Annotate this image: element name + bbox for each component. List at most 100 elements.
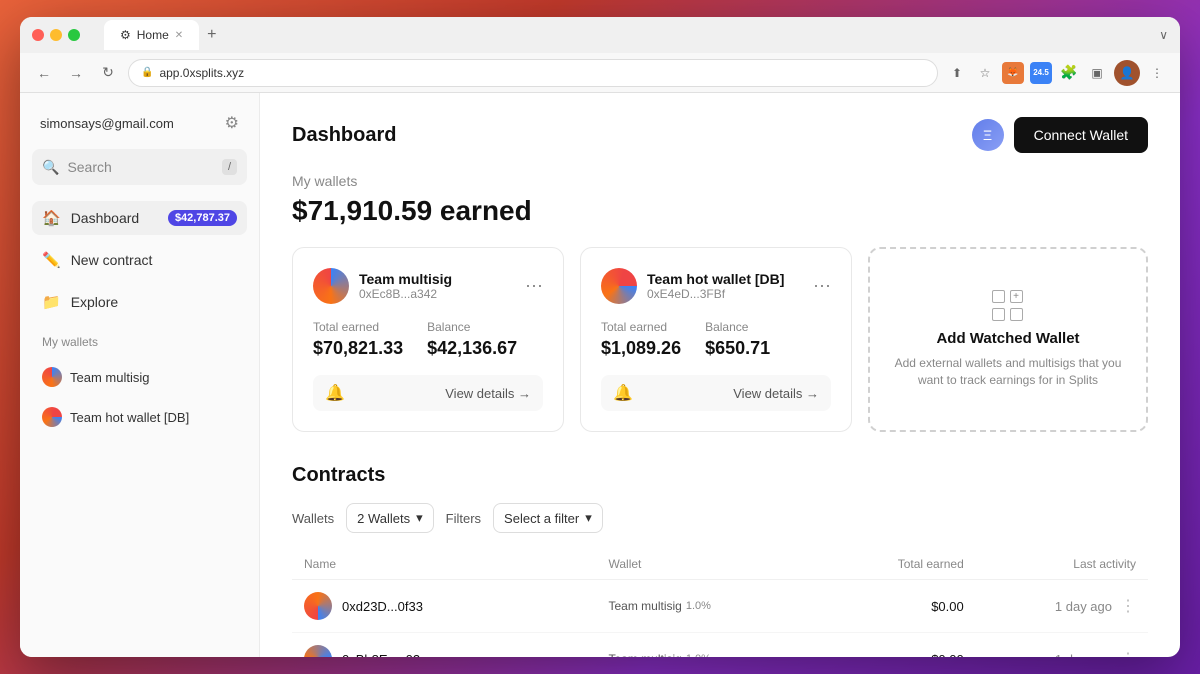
tab-title: Home	[137, 28, 169, 42]
total-earned-value-1: $70,821.33	[313, 338, 403, 359]
connect-wallet-button[interactable]: Connect Wallet	[1014, 117, 1148, 153]
view-details-btn-1[interactable]: View details →	[445, 386, 531, 401]
tab-bar: ⚙ Home ✕ +	[104, 20, 217, 50]
active-tab[interactable]: ⚙ Home ✕	[104, 20, 199, 50]
ext-icon-2[interactable]: 🧩	[1058, 62, 1080, 84]
settings-icon[interactable]: ⚙	[225, 113, 239, 133]
contracts-title: Contracts	[292, 464, 1148, 487]
wallets-filter-value: 2 Wallets	[357, 511, 410, 526]
traffic-lights	[32, 29, 80, 41]
row-2-earned: $0.00	[812, 652, 984, 658]
window-controls[interactable]: ∨	[1159, 28, 1168, 42]
wallet-name-1: Team multisig	[359, 271, 452, 287]
user-avatar[interactable]: 👤	[1114, 60, 1140, 86]
more-options-icon[interactable]: ⋮	[1146, 62, 1168, 84]
view-details-label-2: View details →	[733, 386, 819, 401]
share-icon[interactable]: ⬆	[946, 62, 968, 84]
minimize-button[interactable]	[50, 29, 62, 41]
row-1-activity: 1 day ago	[1055, 599, 1112, 614]
balance-value-1: $42,136.67	[427, 338, 517, 359]
bookmark-icon[interactable]: ☆	[974, 62, 996, 84]
row-2-avatar	[304, 645, 332, 657]
dashboard-badge: $42,787.37	[168, 210, 237, 226]
main-content: Dashboard Ξ Connect Wallet My wallets $7…	[260, 93, 1180, 657]
ext-badge-1[interactable]: 24.5	[1030, 62, 1052, 84]
wallet-addr-1: 0xEc8B...a342	[359, 287, 452, 301]
bell-icon-2[interactable]: 🔔	[613, 383, 633, 403]
row-1-earned: $0.00	[812, 599, 984, 614]
tab-close-icon[interactable]: ✕	[175, 30, 183, 41]
row-2-menu-icon[interactable]: ⋮	[1120, 649, 1136, 657]
balance-value-2: $650.71	[705, 338, 770, 359]
contracts-table: Name Wallet Total earned Last activity 0…	[292, 549, 1148, 657]
col-header-wallet: Wallet	[609, 557, 812, 571]
row-1-name: 0xd23D...0f33	[342, 599, 423, 614]
my-wallets-section: My wallets $71,910.59 earned Team multis…	[292, 173, 1148, 432]
balance-label-2: Balance	[705, 320, 770, 334]
wallet-menu-icon-2[interactable]: ⋯	[813, 276, 831, 297]
filter-select[interactable]: Select a filter ▾	[493, 503, 603, 533]
sidebar-wallet-team-multisig[interactable]: Team multisig	[32, 361, 247, 393]
row-2-activity-cell: 1 day ago ⋮	[984, 649, 1136, 657]
wallets-chevron-icon: ▾	[416, 510, 423, 526]
wallet-card-2-header: Team hot wallet [DB] 0xE4eD...3FBf ⋯	[601, 268, 831, 304]
wallet-card-footer-1: 🔔 View details →	[313, 375, 543, 411]
url-text: app.0xsplits.xyz	[159, 66, 244, 80]
page-header: Dashboard Ξ Connect Wallet	[292, 117, 1148, 153]
maximize-button[interactable]	[68, 29, 80, 41]
row-1-wallet-cell: Team multisig 1.0%	[609, 599, 812, 613]
wallets-grid: Team multisig 0xEc8B...a342 ⋯ Total earn…	[292, 247, 1148, 432]
row-1-wallet-pct: 1.0%	[686, 600, 711, 612]
wallet-menu-icon-1[interactable]: ⋯	[525, 276, 543, 297]
wallets-filter-select[interactable]: 2 Wallets ▾	[346, 503, 434, 533]
sidebar-item-dashboard[interactable]: 🏠 Dashboard $42,787.37	[32, 201, 247, 235]
wallet-avatar-team-multisig	[42, 367, 62, 387]
row-2-name: 0xBb8E...e02e	[342, 652, 427, 658]
add-watched-wallet-card[interactable]: + Add Watched Wallet Add external wallet…	[868, 247, 1148, 432]
close-button[interactable]	[32, 29, 44, 41]
reload-button[interactable]: ↻	[96, 61, 120, 85]
wallet-card-team-hot: Team hot wallet [DB] 0xE4eD...3FBf ⋯ Tot…	[580, 247, 852, 432]
new-tab-button[interactable]: +	[207, 26, 216, 44]
sidebar-item-new-contract[interactable]: ✏️ New contract	[32, 243, 247, 277]
address-bar[interactable]: 🔒 app.0xsplits.xyz	[128, 59, 938, 87]
user-row: simonsays@gmail.com ⚙	[32, 109, 247, 137]
search-bar[interactable]: 🔍 Search /	[32, 149, 247, 185]
back-button[interactable]: ←	[32, 61, 56, 85]
sidebar-item-explore[interactable]: 📁 Explore	[32, 285, 247, 319]
row-1-activity-cell: 1 day ago ⋮	[984, 596, 1136, 616]
view-details-btn-2[interactable]: View details →	[733, 386, 819, 401]
sidebar-wallet-team-hot[interactable]: Team hot wallet [DB]	[32, 401, 247, 433]
forward-button[interactable]: →	[64, 61, 88, 85]
view-details-label-1: View details →	[445, 386, 531, 401]
wallet-card-team-multisig: Team multisig 0xEc8B...a342 ⋯ Total earn…	[292, 247, 564, 432]
lock-icon: 🔒	[141, 67, 153, 78]
sidebar-item-new-contract-label: New contract	[71, 252, 153, 268]
sidebar-item-dashboard-label: Dashboard	[71, 210, 140, 226]
row-1-avatar	[304, 592, 332, 620]
wallet-info-1: Team multisig 0xEc8B...a342	[313, 268, 452, 304]
table-header: Name Wallet Total earned Last activity	[292, 549, 1148, 580]
row-1-menu-icon[interactable]: ⋮	[1120, 596, 1136, 616]
col-header-name: Name	[304, 557, 609, 571]
total-earned: $71,910.59 earned	[292, 195, 1148, 227]
wallet-card-footer-2: 🔔 View details →	[601, 375, 831, 411]
connect-wallet-label: Connect Wallet	[1034, 127, 1128, 143]
wallet-avatar-team-hot	[42, 407, 62, 427]
browser-titlebar: ⚙ Home ✕ + ∨	[20, 17, 1180, 53]
metamask-extension[interactable]: 🦊	[1002, 62, 1024, 84]
wallets-section-label: My wallets	[32, 327, 247, 353]
sidebar-toggle-icon[interactable]: ▣	[1086, 62, 1108, 84]
bell-icon-1[interactable]: 🔔	[325, 383, 345, 403]
wallet-info-2: Team hot wallet [DB] 0xE4eD...3FBf	[601, 268, 784, 304]
total-earned-value-2: $1,089.26	[601, 338, 681, 359]
contracts-filters: Wallets 2 Wallets ▾ Filters Select a fil…	[292, 503, 1148, 533]
sidebar-item-explore-label: Explore	[71, 294, 118, 310]
table-row[interactable]: 0xBb8E...e02e Team multisig 1.0% $0.00 1…	[292, 633, 1148, 657]
toolbar-icons: ⬆ ☆ 🦊 24.5 🧩 ▣ 👤 ⋮	[946, 60, 1168, 86]
add-watched-wallet-title: Add Watched Wallet	[936, 330, 1079, 347]
wallet-name-2: Team hot wallet [DB]	[647, 271, 784, 287]
col-header-earned: Total earned	[812, 557, 984, 571]
search-icon: 🔍	[42, 159, 59, 176]
table-row[interactable]: 0xd23D...0f33 Team multisig 1.0% $0.00 1…	[292, 580, 1148, 633]
